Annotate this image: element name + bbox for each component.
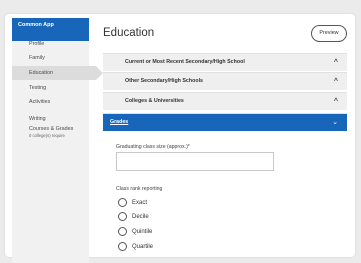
rank-option-exact[interactable]: Exact xyxy=(118,197,147,208)
section-label: Grades xyxy=(110,119,129,125)
chevron-up-icon: ^ xyxy=(333,98,338,105)
radio-label: Quartile xyxy=(132,243,154,250)
radio-button[interactable] xyxy=(118,227,127,236)
sidebar-item-label: Activities xyxy=(29,99,51,105)
section-label: Colleges & Universities xyxy=(125,98,184,104)
chevron-up-icon: ^ xyxy=(333,59,338,66)
sidebar-item-label: Profile xyxy=(29,41,45,47)
section-other-schools[interactable]: Other Secondary/High Schools ^ xyxy=(103,72,347,90)
radio-label: Exact xyxy=(132,199,148,206)
sidebar-item-profile[interactable]: Profile xyxy=(12,37,89,51)
class-rank-label: Class rank reporting xyxy=(116,186,163,192)
sidebar-item-family[interactable]: Family xyxy=(12,51,89,65)
sidebar-nav: Common App Profile Family Education Test… xyxy=(12,18,103,263)
section-label: Other Secondary/High Schools xyxy=(125,78,203,84)
rank-option-quartile[interactable]: Quartile xyxy=(118,241,153,252)
rank-option-decile[interactable]: Decile xyxy=(118,211,149,222)
page-title: Education xyxy=(103,27,155,39)
section-current-school[interactable]: Current or Most Recent Secondary/High Sc… xyxy=(103,53,347,71)
sidebar-item-label: Testing xyxy=(29,85,47,91)
sidebar-item-label: Education xyxy=(29,70,53,76)
chevron-up-icon: ^ xyxy=(333,78,338,85)
radio-button[interactable] xyxy=(118,212,127,221)
preview-button[interactable]: Preview xyxy=(311,25,347,42)
sidebar-item-label: Writing xyxy=(29,116,46,122)
class-size-label: Graduating class size (approx.)* xyxy=(116,144,190,150)
chevron-down-icon: ⌄ xyxy=(332,119,338,126)
sidebar-item-courses-grades[interactable]: Courses & Grades 0 college(s) require xyxy=(12,125,89,143)
sidebar-item-sublabel: 0 college(s) require xyxy=(29,133,65,138)
sidebar-item-activities[interactable]: Activities xyxy=(12,95,89,109)
sidebar-item-education[interactable]: Education xyxy=(12,66,103,80)
sidebar-item-testing[interactable]: Testing xyxy=(12,81,89,95)
sidebar-item-writing[interactable]: Writing xyxy=(12,112,89,126)
radio-button[interactable] xyxy=(118,242,127,251)
class-size-input[interactable] xyxy=(116,152,274,171)
section-label: Current or Most Recent Secondary/High Sc… xyxy=(125,59,245,65)
section-grades[interactable]: Grades ⌄ xyxy=(103,113,347,131)
radio-label: Decile xyxy=(132,213,149,220)
rank-option-quintile[interactable]: Quintile xyxy=(118,226,152,237)
section-colleges[interactable]: Colleges & Universities ^ xyxy=(103,92,347,110)
sidebar-item-label: Courses & Grades xyxy=(29,126,74,132)
radio-button[interactable] xyxy=(118,198,127,207)
radio-label: Quintile xyxy=(132,228,153,235)
sidebar-item-label: Family xyxy=(29,55,45,61)
